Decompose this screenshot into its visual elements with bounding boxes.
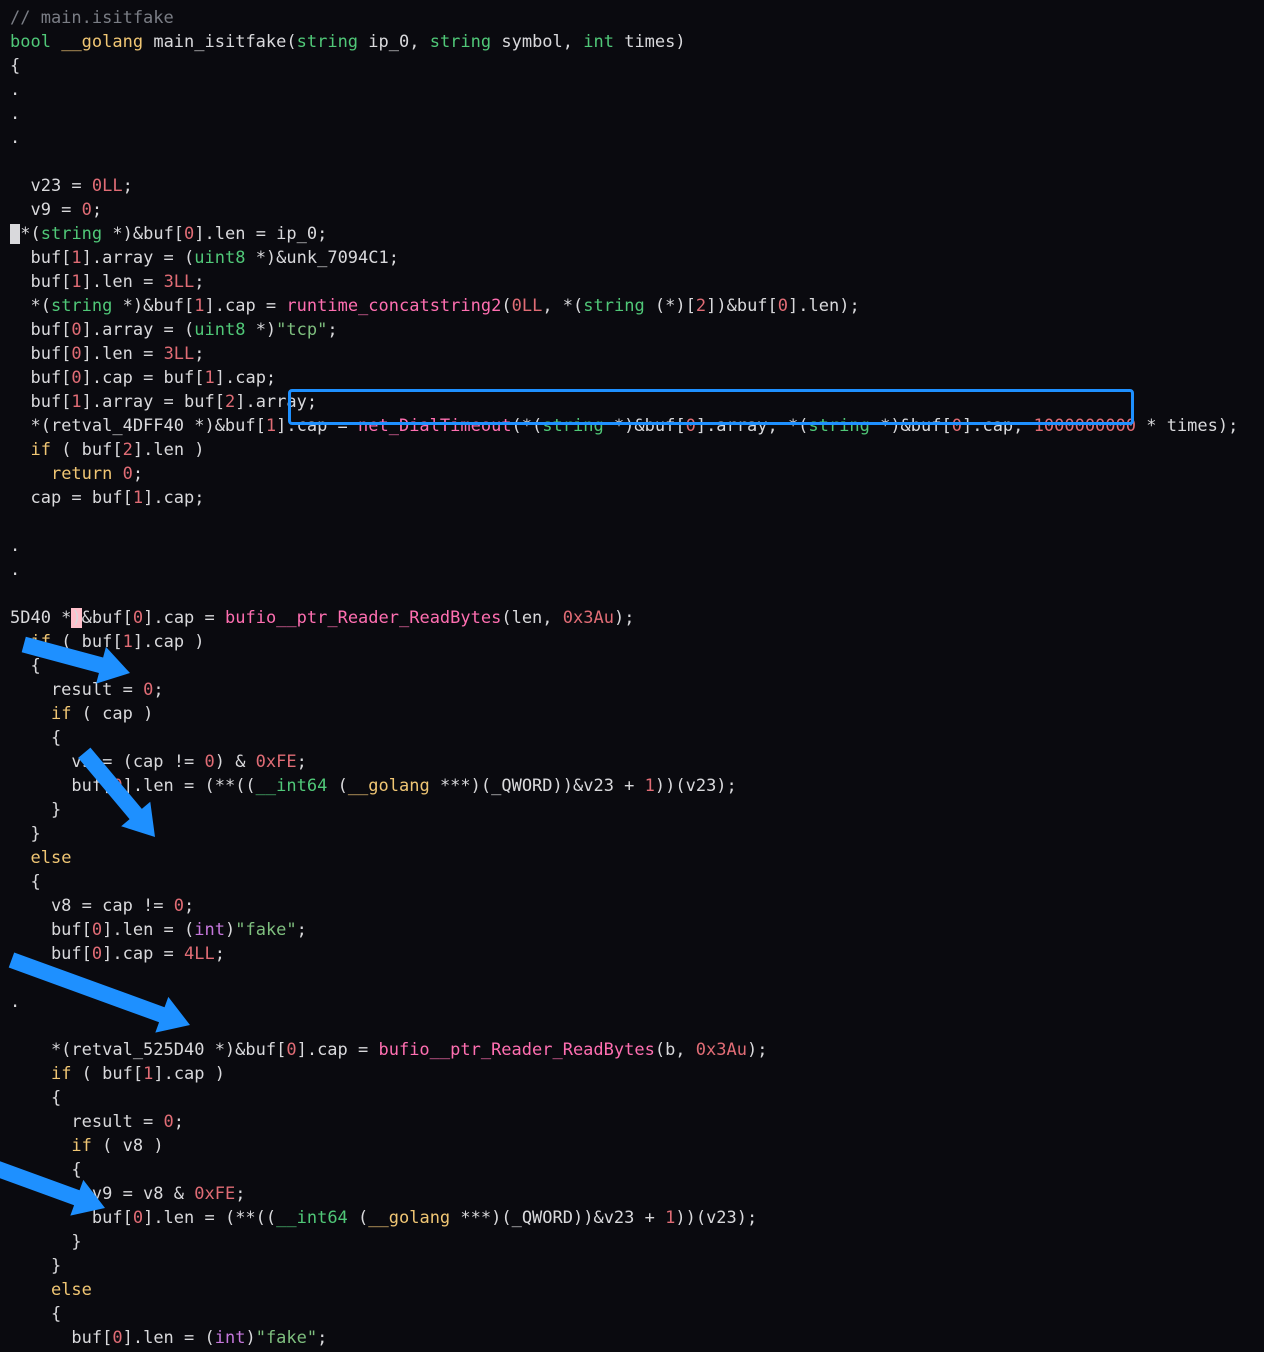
decompiled-code-view: // main.isitfake bool __golang main_isit… [0,0,1264,1352]
